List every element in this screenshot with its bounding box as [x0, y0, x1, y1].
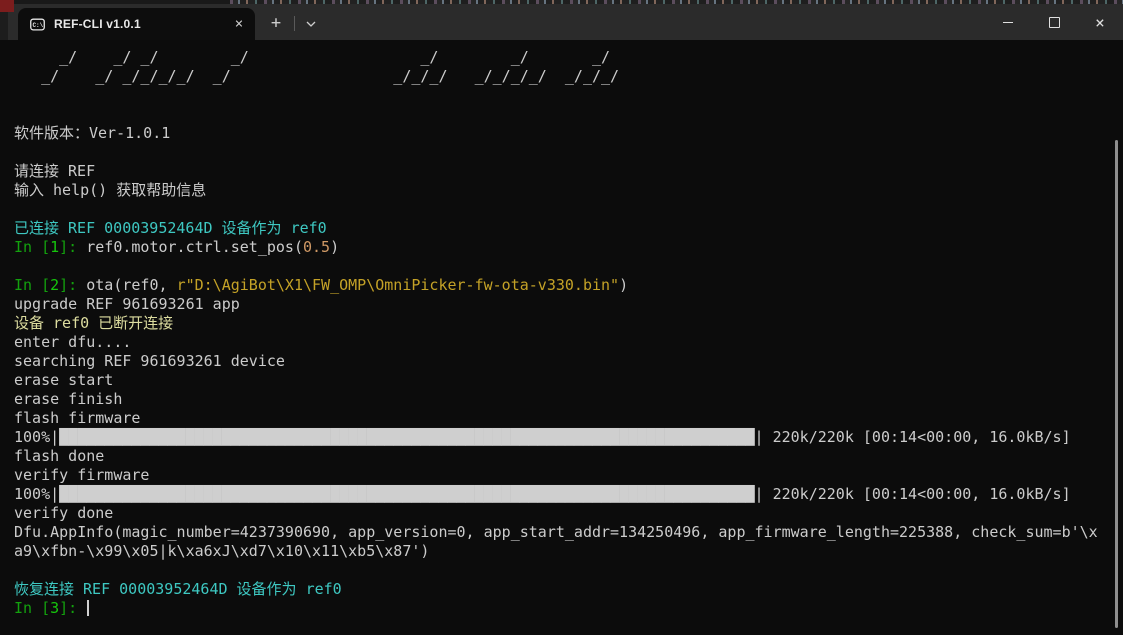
minimize-icon [1003, 22, 1013, 23]
terminal-line [14, 143, 1123, 162]
terminal-line: 100%|███████████████████████████████████… [14, 428, 1123, 447]
titlebar-drag-region[interactable] [324, 4, 985, 40]
scrollbar-thumb[interactable] [1115, 140, 1118, 628]
terminal-line: 输入 help() 获取帮助信息 [14, 181, 1123, 200]
terminal-line: erase finish [14, 390, 1123, 409]
maximize-button[interactable] [1031, 4, 1077, 40]
terminal-line: verify firmware [14, 466, 1123, 485]
terminal-line: In [2]: ota(ref0, r"D:\AgiBot\X1\FW_OMP\… [14, 276, 1123, 295]
new-tab-button[interactable]: + [261, 8, 291, 38]
terminal-tab[interactable]: C:\ REF-CLI v1.0.1 × [18, 8, 255, 40]
terminal-line: enter dfu.... [14, 333, 1123, 352]
minimize-button[interactable] [985, 4, 1031, 40]
terminal-window: C:\ REF-CLI v1.0.1 × + × _/ _/ _/ _/ [0, 0, 1123, 635]
terminal-line: In [1]: ref0.motor.ctrl.set_pos(0.5) [14, 238, 1123, 257]
terminal-line: _/ _/ _/_/_/_/ _/ _/_/_/ _/_/_/_/ _/_/_/ [14, 67, 1123, 86]
tab-title: REF-CLI v1.0.1 [54, 17, 227, 31]
terminal-line: a9\xfbn-\x99\x05|k\xa6xJ\xd7\x10\x11\xb5… [14, 542, 1123, 561]
terminal-line [14, 105, 1123, 124]
tab-dropdown-button[interactable] [298, 8, 324, 38]
terminal-line: flash done [14, 447, 1123, 466]
terminal-line: 100%|███████████████████████████████████… [14, 485, 1123, 504]
terminal-line [14, 86, 1123, 105]
terminal-line: verify done [14, 504, 1123, 523]
maximize-icon [1049, 17, 1060, 28]
terminal-line: erase start [14, 371, 1123, 390]
close-button[interactable]: × [1077, 4, 1123, 40]
terminal-line: searching REF 961693261 device [14, 352, 1123, 371]
terminal-output[interactable]: _/ _/ _/ _/ _/ _/ _/ _/ _/ _/_/_/_/ _/ _… [0, 40, 1123, 635]
terminal-line: 设备 ref0 已断开连接 [14, 314, 1123, 333]
terminal-line: 已连接 REF 00003952464D 设备作为 ref0 [14, 219, 1123, 238]
terminal-line [14, 200, 1123, 219]
command-prompt-icon: C:\ [30, 17, 45, 32]
background-accent-square [0, 0, 14, 12]
terminal-line [14, 257, 1123, 276]
terminal-line: upgrade REF 961693261 app [14, 295, 1123, 314]
terminal-line: Dfu.AppInfo(magic_number=4237390690, app… [14, 523, 1123, 542]
terminal-line: 软件版本：Ver-1.0.1 [14, 124, 1123, 143]
terminal-line: 恢复连接 REF 00003952464D 设备作为 ref0 [14, 580, 1123, 599]
svg-text:C:\: C:\ [32, 21, 43, 28]
chevron-down-icon [306, 16, 316, 31]
text-cursor [87, 600, 89, 616]
terminal-line: _/ _/ _/ _/ _/ _/ _/ [14, 48, 1123, 67]
terminal-line: In [3]: [14, 599, 1123, 618]
tab-close-button[interactable]: × [227, 12, 251, 36]
terminal-line: flash firmware [14, 409, 1123, 428]
terminal-line [14, 561, 1123, 580]
title-bar[interactable]: C:\ REF-CLI v1.0.1 × + × [0, 4, 1123, 40]
tab-bar-divider [294, 16, 295, 31]
terminal-line: 请连接 REF [14, 162, 1123, 181]
